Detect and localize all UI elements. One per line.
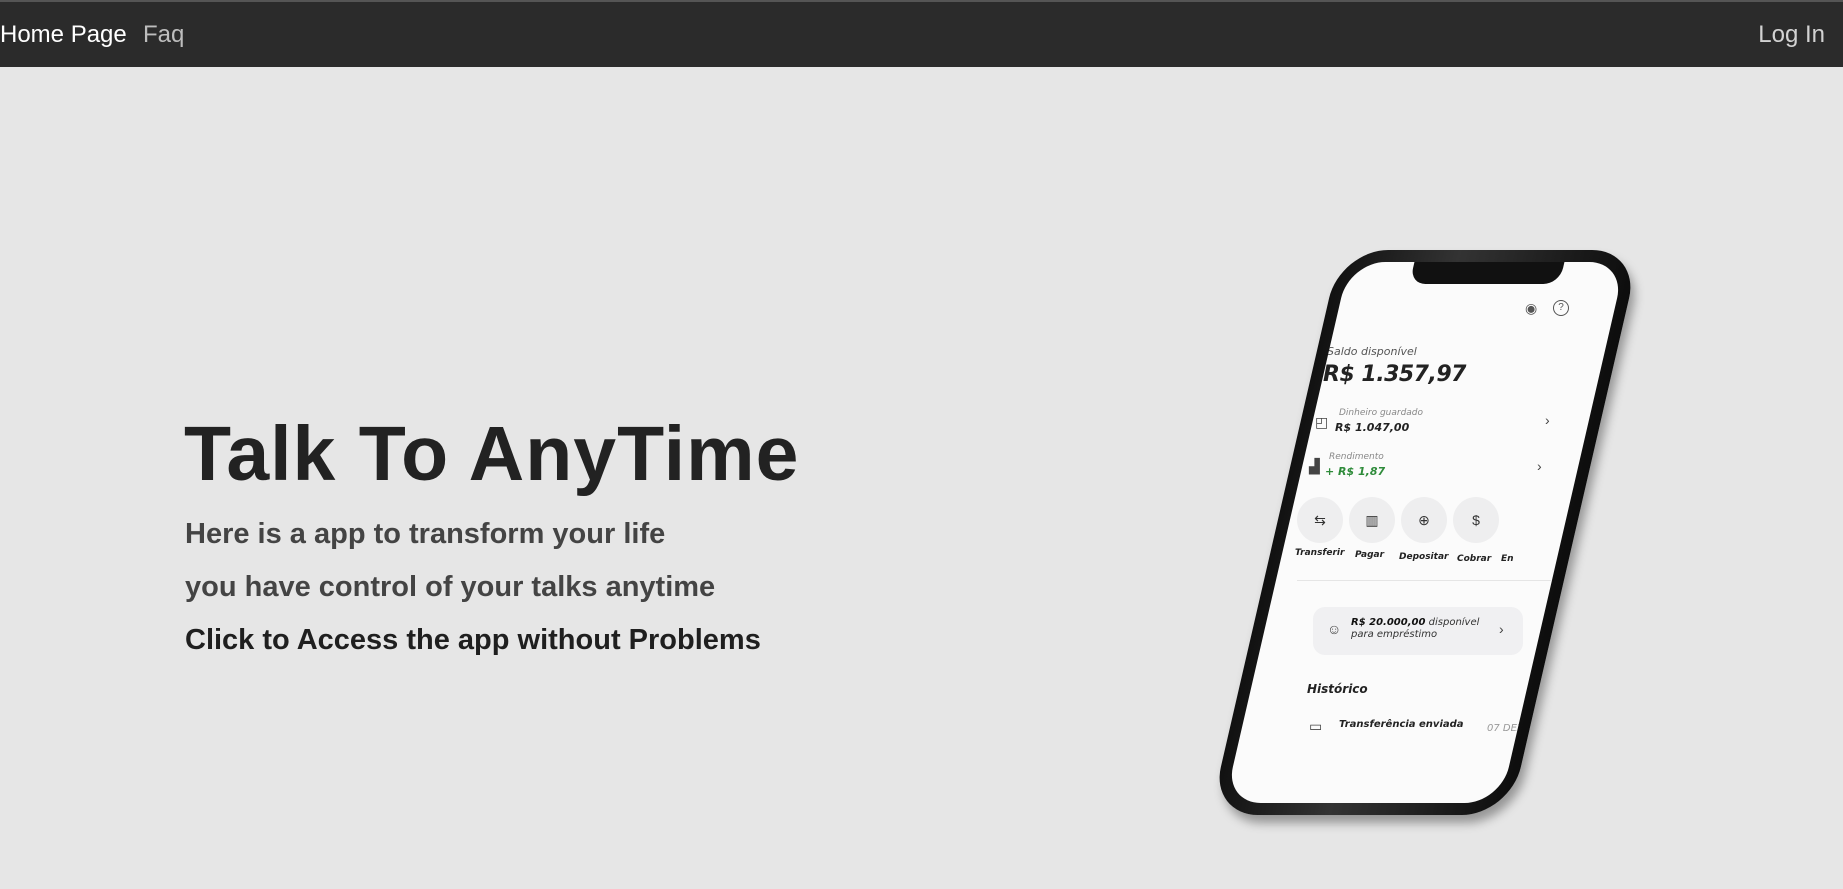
phone-mockup-image: ‹ ◉ ? Saldo disponível R$ 1.357,97 ◰ Din… — [1205, 250, 1645, 820]
action-label-pay: Pagar — [1355, 550, 1385, 560]
loan-text: R$ 20.000,00 disponível para empréstimo — [1351, 617, 1479, 641]
saved-money-value: R$ 1.047,00 — [1335, 421, 1410, 434]
phone-frame: ‹ ◉ ? Saldo disponível R$ 1.357,97 ◰ Din… — [1209, 250, 1641, 815]
chevron-right-icon: › — [1537, 458, 1542, 474]
loan-card: ☺ R$ 20.000,00 disponível para empréstim… — [1313, 607, 1523, 655]
top-navbar: Home Page Faq Log In — [0, 0, 1843, 67]
eye-icon: ◉ — [1525, 300, 1538, 316]
balance-label: Saldo disponível — [1327, 345, 1417, 358]
yield-value: + R$ 1,87 — [1325, 465, 1386, 478]
action-label-transfer: Transferir — [1295, 548, 1345, 558]
loan-line-2: para empréstimo — [1351, 629, 1438, 640]
hero-subtitle-line-1: Here is a app to transform your life — [185, 518, 666, 550]
hero-subtitle-line-2: you have control of your talks anytime — [185, 571, 716, 603]
phone-screen: ‹ ◉ ? Saldo disponível R$ 1.357,97 ◰ Din… — [1224, 262, 1626, 803]
action-label-cut: En — [1501, 554, 1514, 564]
hero-title: Talk To AnyTime — [184, 411, 800, 497]
saved-money-label: Dinheiro guardado — [1339, 408, 1424, 418]
nav-home-link[interactable]: Home Page — [0, 2, 127, 67]
back-arrow-icon: ‹ — [1327, 304, 1333, 324]
transfer-history-icon: ▭ — [1309, 718, 1323, 734]
piggy-bank-icon: ◰ — [1315, 414, 1329, 430]
balance-value: R$ 1.357,97 — [1323, 362, 1466, 387]
loan-icon: ☺ — [1327, 621, 1342, 637]
loan-amount: R$ 20.000,00 — [1351, 617, 1426, 628]
signal-bars-icon: ▟ — [1309, 458, 1320, 474]
access-app-link[interactable]: Click to Access the app without Problems — [185, 624, 761, 657]
chevron-right-icon: › — [1499, 621, 1504, 637]
barcode-action-icon: ▥ — [1349, 497, 1395, 543]
yield-label: Rendimento — [1329, 452, 1384, 462]
charge-action-icon: $ — [1453, 497, 1499, 543]
action-label-charge: Cobrar — [1457, 554, 1492, 564]
transaction-label: Transferência enviada — [1339, 719, 1464, 730]
nav-faq-link[interactable]: Faq — [143, 2, 184, 67]
action-label-deposit: Depositar — [1399, 552, 1449, 562]
transaction-date: 07 DEZ — [1487, 723, 1524, 734]
history-title: Histórico — [1307, 682, 1368, 696]
deposit-action-icon: ⊕ — [1401, 497, 1447, 543]
help-icon: ? — [1553, 300, 1569, 316]
chevron-right-icon: › — [1545, 412, 1550, 428]
nav-login-link[interactable]: Log In — [1758, 2, 1825, 67]
section-divider — [1297, 580, 1563, 581]
loan-suffix: disponível — [1428, 617, 1480, 628]
transfer-action-icon: ⇆ — [1297, 497, 1343, 543]
phone-screen-content: ‹ ◉ ? Saldo disponível R$ 1.357,97 ◰ Din… — [1287, 262, 1569, 803]
